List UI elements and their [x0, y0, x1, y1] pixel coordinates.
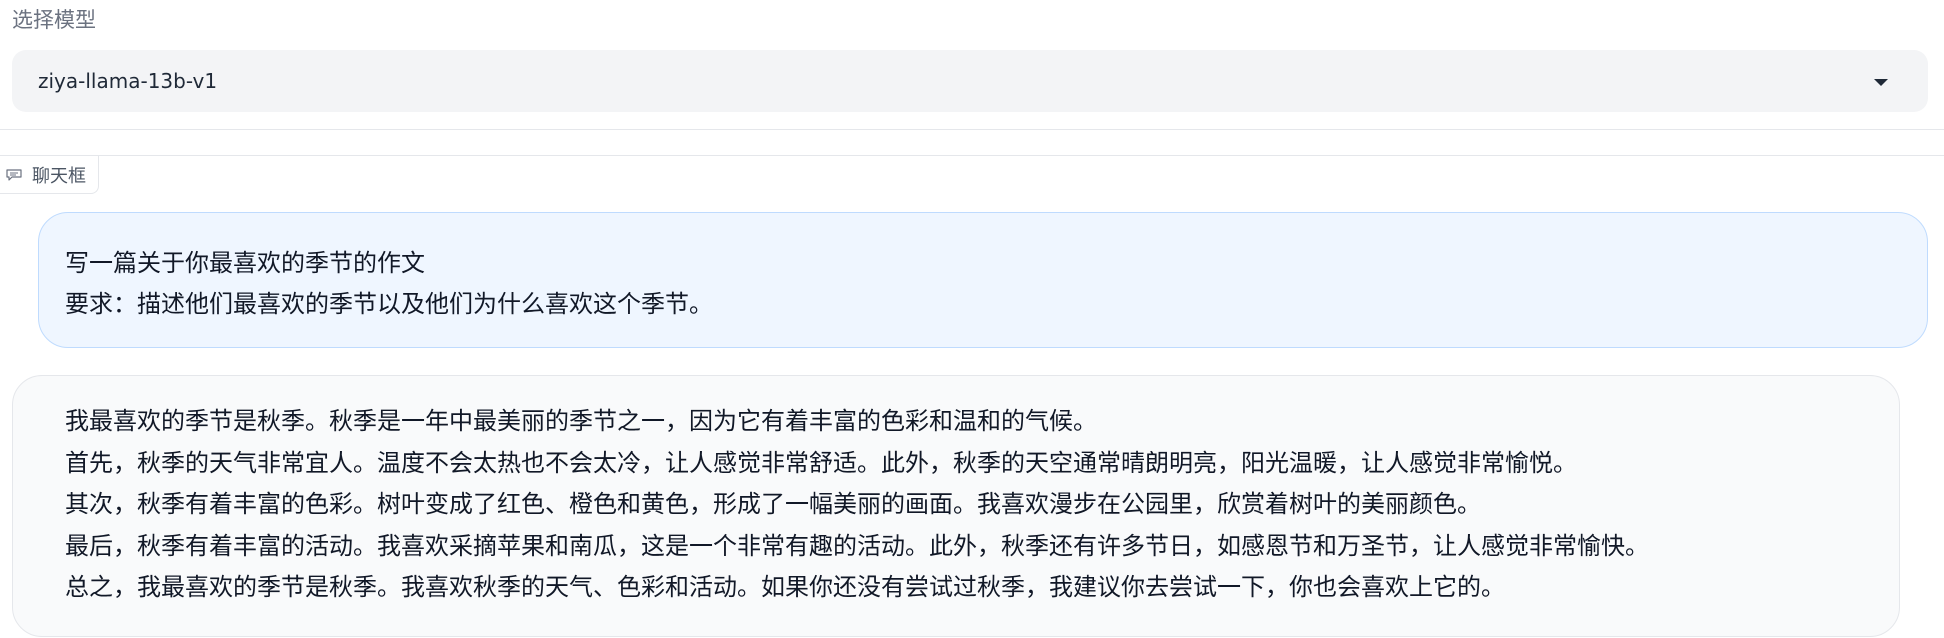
- model-dropdown[interactable]: ziya-llama-13b-v1: [12, 50, 1928, 112]
- bot-message-bubble: 我最喜欢的季节是秋季。秋季是一年中最美丽的季节之一，因为它有着丰富的色彩和温和的…: [12, 375, 1900, 637]
- user-message-bubble: 写一篇关于你最喜欢的季节的作文 要求：描述他们最喜欢的季节以及他们为什么喜欢这个…: [38, 212, 1928, 348]
- model-selector-block: 选择模型 ziya-llama-13b-v1: [0, 0, 1944, 130]
- chevron-down-icon: [1874, 79, 1888, 86]
- chatbot-label: 聊天框: [0, 156, 99, 194]
- bot-message-line: 其次，秋季有着丰富的色彩。树叶变成了红色、橙色和黄色，形成了一幅美丽的画面。我喜…: [65, 490, 1481, 518]
- bot-message-line: 最后，秋季有着丰富的活动。我喜欢采摘苹果和南瓜，这是一个非常有趣的活动。此外，秋…: [65, 531, 1649, 560]
- bot-message-line: 首先，秋季的天气非常宜人。温度不会太热也不会太冷，让人感觉非常舒适。此外，秋季的…: [65, 448, 1577, 477]
- section-divider: [0, 155, 1944, 156]
- model-selected-value: ziya-llama-13b-v1: [38, 69, 218, 93]
- chatbot-label-text: 聊天框: [32, 165, 86, 187]
- model-selector-label: 选择模型: [12, 8, 96, 32]
- user-message-line: 写一篇关于你最喜欢的季节的作文: [65, 249, 425, 277]
- user-message-line: 要求：描述他们最喜欢的季节以及他们为什么喜欢这个季节。: [65, 290, 713, 318]
- chat-icon: [6, 168, 22, 181]
- bot-message-line: 总之，我最喜欢的季节是秋季。我喜欢秋季的天气、色彩和活动。如果你还没有尝试过秋季…: [65, 573, 1505, 601]
- bot-message-line: 我最喜欢的季节是秋季。秋季是一年中最美丽的季节之一，因为它有着丰富的色彩和温和的…: [65, 407, 1097, 435]
